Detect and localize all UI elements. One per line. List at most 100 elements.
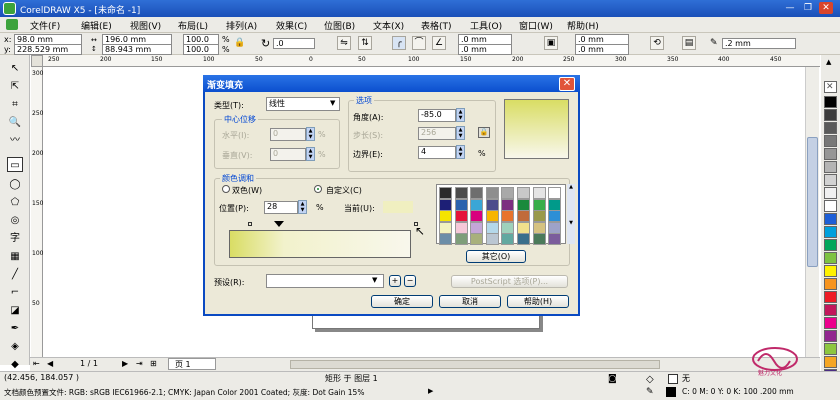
wrap-text-icon[interactable]: ▤: [682, 36, 696, 50]
shape-tool-icon[interactable]: ⇱: [7, 79, 23, 94]
color-grid-cell[interactable]: [548, 221, 562, 234]
palette-swatch[interactable]: [824, 239, 837, 251]
color-grid-cell[interactable]: [439, 233, 452, 245]
angle-spinner[interactable]: ▲ ▼: [456, 108, 465, 122]
palette-swatch[interactable]: [824, 96, 837, 108]
zoom-tool-icon[interactable]: 🔍: [7, 115, 23, 130]
color-grid[interactable]: [436, 184, 566, 245]
ellipse-tool-icon[interactable]: ◯: [7, 177, 23, 192]
page-tab[interactable]: 页 1: [168, 358, 216, 370]
fill-tool-icon[interactable]: ◆: [7, 357, 23, 372]
color-grid-cell[interactable]: [454, 198, 468, 211]
palette-swatch[interactable]: [824, 304, 837, 316]
color-grid-cell[interactable]: [548, 198, 562, 211]
color-grid-cell[interactable]: [454, 221, 468, 234]
snap-icon[interactable]: ◙: [608, 374, 617, 384]
menu-tools[interactable]: 工具(O): [470, 19, 502, 32]
freehand-tool-icon[interactable]: 〰: [7, 133, 23, 148]
add-preset-button[interactable]: +: [389, 275, 401, 287]
prev-page-icon[interactable]: ◀: [47, 359, 53, 368]
minimize-button[interactable]: —: [783, 2, 797, 14]
type-select[interactable]: 线性: [266, 97, 340, 111]
color-grid-cell[interactable]: [517, 221, 530, 234]
dimension-tool-icon[interactable]: ╱: [7, 267, 23, 282]
edge-pad-field[interactable]: 4: [418, 146, 456, 159]
menu-layout[interactable]: 布局(L): [178, 19, 208, 32]
vertical-scrollbar[interactable]: [805, 67, 819, 357]
relative-scale-icon[interactable]: ⟲: [650, 36, 664, 50]
color-grid-cell[interactable]: [485, 221, 499, 234]
color-grid-cell[interactable]: [501, 198, 515, 211]
palette-swatch[interactable]: [824, 148, 837, 160]
height-field[interactable]: 88.943 mm: [102, 44, 172, 55]
others-button[interactable]: 其它(O): [466, 250, 526, 263]
horizontal-scrollbar[interactable]: [290, 360, 660, 369]
menu-arrange[interactable]: 排列(A): [226, 19, 257, 32]
text-tool-icon[interactable]: 字: [7, 231, 23, 246]
color-grid-cell[interactable]: [517, 210, 530, 222]
palette-swatch[interactable]: [824, 265, 837, 277]
palette-swatch[interactable]: [824, 252, 837, 264]
blend-tool-icon[interactable]: ◪: [7, 303, 23, 318]
custom-radio[interactable]: [314, 185, 322, 193]
maximize-button[interactable]: ❐: [801, 2, 815, 14]
palette-swatch[interactable]: [824, 356, 837, 368]
table-tool-icon[interactable]: ▦: [7, 249, 23, 264]
lock-steps-icon[interactable]: 🔒: [478, 127, 490, 138]
menu-edit[interactable]: 编辑(E): [81, 19, 112, 32]
last-page-icon[interactable]: ⇥: [136, 359, 143, 368]
close-button[interactable]: ✕: [819, 2, 833, 14]
ok-button[interactable]: 确定: [371, 295, 433, 308]
basic-shapes-icon[interactable]: ◎: [7, 213, 23, 228]
color-grid-cell[interactable]: [501, 210, 515, 222]
corner-bottom-right-field[interactable]: .0 mm: [575, 44, 629, 55]
palette-swatch[interactable]: [824, 187, 837, 199]
color-grid-cell[interactable]: [532, 187, 546, 199]
fill-swatch[interactable]: [668, 374, 678, 384]
angle-field[interactable]: -85.0: [418, 109, 456, 122]
current-color-swatch[interactable]: [383, 201, 413, 213]
color-grid-cell[interactable]: [548, 187, 562, 199]
palette-swatch[interactable]: [824, 161, 837, 173]
color-grid-cell[interactable]: [501, 233, 515, 245]
color-point-marker[interactable]: [274, 221, 284, 227]
color-grid-cell[interactable]: [470, 233, 484, 245]
color-grid-cell[interactable]: [501, 221, 515, 234]
outline-swatch[interactable]: [666, 387, 676, 397]
pick-tool-icon[interactable]: ↖: [7, 61, 23, 76]
add-page-icon[interactable]: ⊞: [150, 359, 157, 368]
color-grid-cell[interactable]: [470, 198, 484, 211]
position-spinner[interactable]: ▲ ▼: [298, 200, 307, 214]
chevron-down-icon[interactable]: ▼: [330, 99, 335, 107]
polygon-tool-icon[interactable]: ⬠: [7, 195, 23, 210]
outline-tool-icon[interactable]: ◈: [7, 339, 23, 354]
menu-view[interactable]: 视图(V): [130, 19, 161, 32]
color-grid-scrollbar[interactable]: ▲ ▼: [567, 184, 575, 244]
color-grid-cell[interactable]: [439, 221, 452, 234]
cancel-button[interactable]: 取消: [439, 295, 501, 308]
menu-window[interactable]: 窗口(W): [519, 19, 553, 32]
palette-swatch[interactable]: [824, 343, 837, 355]
palette-swatch[interactable]: [824, 122, 837, 134]
palette-swatch[interactable]: [824, 135, 837, 147]
color-grid-cell[interactable]: [439, 187, 452, 199]
color-grid-cell[interactable]: [439, 210, 452, 222]
color-grid-cell[interactable]: [470, 221, 484, 234]
color-grid-cell[interactable]: [532, 233, 546, 245]
palette-swatch[interactable]: [824, 174, 837, 186]
lock-ratio-icon[interactable]: 🔒: [234, 38, 245, 48]
color-grid-cell[interactable]: [548, 210, 562, 222]
dialog-close-button[interactable]: ✕: [559, 77, 575, 91]
help-button[interactable]: 帮助(H): [507, 295, 569, 308]
profile-arrow-icon[interactable]: ▶: [428, 387, 433, 395]
palette-swatch[interactable]: [824, 291, 837, 303]
color-grid-cell[interactable]: [439, 198, 452, 211]
position-field[interactable]: 28: [264, 201, 298, 214]
color-grid-cell[interactable]: [548, 233, 562, 245]
color-grid-cell[interactable]: [454, 233, 468, 245]
menu-text[interactable]: 文本(X): [373, 19, 404, 32]
y-position-field[interactable]: 228.529 mm: [14, 44, 82, 55]
menu-help[interactable]: 帮助(H): [567, 19, 599, 32]
palette-swatch[interactable]: [824, 109, 837, 121]
color-grid-cell[interactable]: [470, 187, 484, 199]
